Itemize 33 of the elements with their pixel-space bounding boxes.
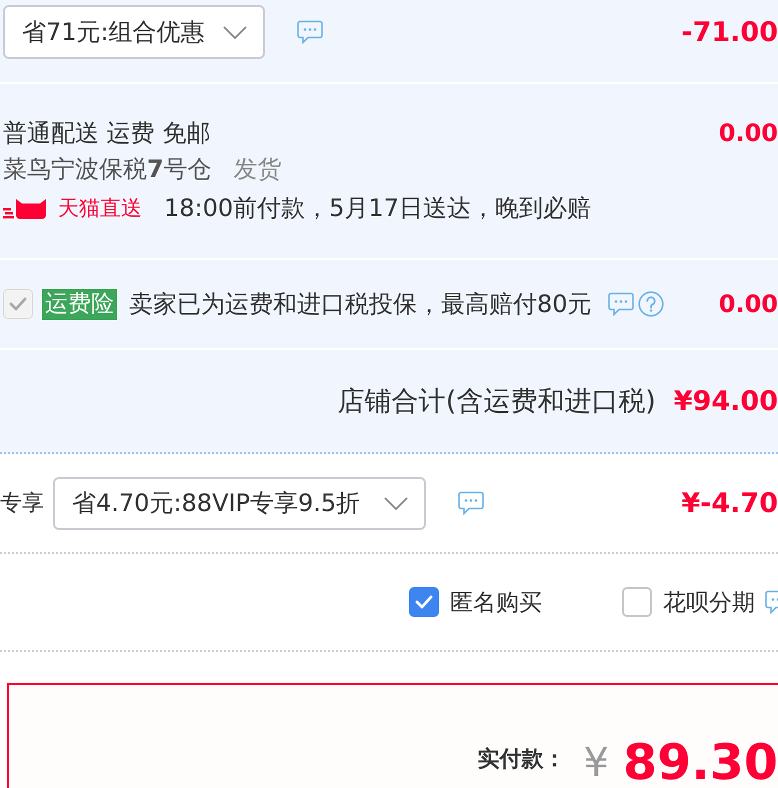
shop-total-label: 店铺合计(含运费和进口税) bbox=[338, 385, 656, 419]
chat-bubble-icon[interactable] bbox=[608, 292, 634, 316]
chat-bubble-icon[interactable] bbox=[297, 20, 323, 44]
checkbox-label[interactable]: 花呗分期 bbox=[663, 586, 755, 618]
vip-label: 专享 bbox=[0, 490, 44, 518]
checkbox[interactable] bbox=[622, 587, 652, 617]
checkbox[interactable] bbox=[409, 587, 439, 617]
vip-discount-amount: ¥-4.70 bbox=[681, 488, 778, 518]
chat-bubble-icon[interactable] bbox=[458, 491, 484, 515]
direct-delivery-label: 天猫直送 bbox=[58, 195, 142, 222]
discount-amount: -71.00 bbox=[681, 16, 778, 48]
checkbox-label[interactable]: 匿名购买 bbox=[450, 586, 542, 618]
insurance-tag: 运费险 bbox=[42, 288, 117, 320]
chevron-down-icon bbox=[384, 496, 408, 510]
ship-label: 发货 bbox=[234, 154, 282, 185]
checkmark-icon bbox=[415, 595, 433, 609]
shop-total-amount: ¥94.00 bbox=[674, 386, 778, 416]
help-icon[interactable] bbox=[638, 291, 664, 317]
cat-head-icon bbox=[3, 197, 48, 219]
vip-discount-dropdown[interactable]: 省4.70元:88VIP专享9.5折 bbox=[53, 476, 426, 530]
warehouse-name: 菜鸟宁波保税7号仓 bbox=[3, 154, 212, 185]
chevron-down-icon bbox=[223, 26, 247, 38]
shipping-amount: 0.00 bbox=[718, 119, 778, 147]
payment-label: 实付款： bbox=[478, 746, 566, 774]
chat-bubble-icon[interactable] bbox=[765, 590, 778, 614]
payment-amount: 89.30 bbox=[623, 738, 778, 788]
checkmark-icon bbox=[9, 297, 27, 311]
insurance-text: 卖家已为运费和进口税投保，最高赔付80元 bbox=[129, 289, 592, 320]
insurance-amount: 0.00 bbox=[718, 290, 778, 318]
discount-dropdown[interactable]: 省71元:组合优惠 bbox=[3, 5, 265, 59]
delivery-promise: 18:00前付款，5月17日送达，晚到必赔 bbox=[164, 193, 591, 224]
currency-symbol: ¥ bbox=[584, 740, 609, 786]
delivery-method: 普通配送 运费 免邮 bbox=[3, 118, 210, 149]
